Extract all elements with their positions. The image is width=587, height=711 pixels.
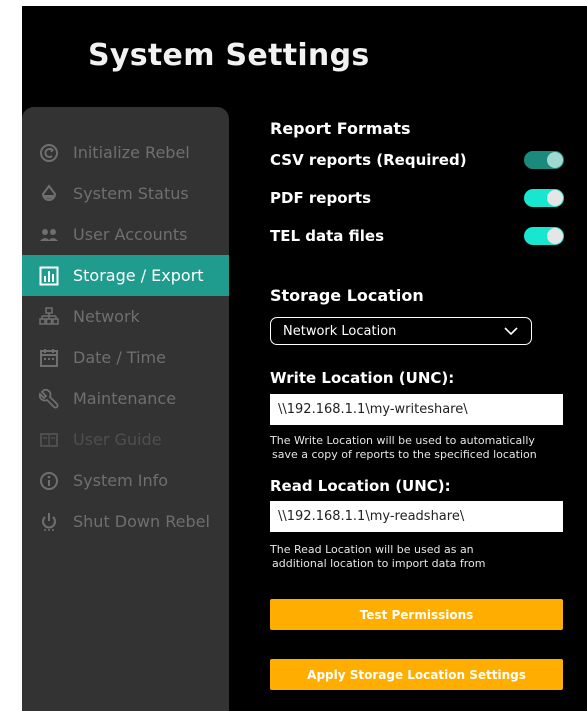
sidebar-item-date-time[interactable]: Date / Time [22,337,229,378]
read-help-line-2: additional location to import data from [272,557,486,570]
apply-storage-settings-button[interactable]: Apply Storage Location Settings [270,659,563,690]
wrench-icon [37,387,61,411]
write-location-input[interactable] [270,394,563,425]
users-icon [37,223,61,247]
storage-location-heading: Storage Location [270,286,424,305]
read-location-help: The Read Location will be used as an add… [270,543,570,571]
sidebar-item-shut-down-rebel[interactable]: Shut Down Rebel [22,501,229,542]
write-location-help: The Write Location will be used to autom… [270,434,570,462]
pdf-reports-label: PDF reports [270,189,372,207]
write-location-label: Write Location (UNC): [270,369,455,387]
write-help-line-2: save a copy of reports to the specificed… [272,448,537,461]
csv-reports-toggle [524,151,564,169]
test-permissions-button[interactable]: Test Permissions [270,599,563,630]
csv-reports-label: CSV reports (Required) [270,151,467,169]
book-icon [37,428,61,452]
sidebar-item-network[interactable]: Network [22,296,229,337]
sidebar-item-system-info[interactable]: System Info [22,460,229,501]
sidebar-item-system-status[interactable]: System Status [22,173,229,214]
sidebar-item-label: User Accounts [73,225,188,244]
sidebar: Initialize Rebel System Status User Acco… [22,107,229,711]
sidebar-item-label: Date / Time [73,348,166,367]
sidebar-item-label: Initialize Rebel [73,143,190,162]
write-help-line-1: The Write Location will be used to autom… [270,434,535,447]
sidebar-item-maintenance[interactable]: Maintenance [22,378,229,419]
chevron-down-icon [504,327,518,336]
read-location-input[interactable] [270,501,563,532]
report-formats-heading: Report Formats [270,119,411,138]
toggle-knob [547,228,563,244]
network-icon [37,305,61,329]
toggle-knob [547,152,563,168]
storage-location-selected: Network Location [283,323,397,339]
sidebar-item-label: Shut Down Rebel [73,512,210,531]
sidebar-item-initialize-rebel[interactable]: Initialize Rebel [22,132,229,173]
storage-location-select[interactable]: Network Location [270,317,532,345]
toggle-knob [547,190,563,206]
sidebar-item-label: System Status [73,184,189,203]
sidebar-item-storage-export[interactable]: Storage / Export [22,255,229,296]
sidebar-item-label: Storage / Export [73,266,204,285]
sidebar-item-label: User Guide [73,430,162,449]
page-title: System Settings [88,38,370,73]
droplet-icon [37,182,61,206]
sidebar-item-label: System Info [73,471,169,490]
tel-data-files-toggle[interactable] [524,227,564,245]
power-icon [37,510,61,534]
sidebar-item-user-guide[interactable]: User Guide [22,419,229,460]
settings-screen: System Settings Initialize Rebel System … [22,6,587,711]
read-help-line-1: The Read Location will be used as an [270,543,474,556]
info-icon [37,469,61,493]
sidebar-item-user-accounts[interactable]: User Accounts [22,214,229,255]
sidebar-item-label: Network [73,307,140,326]
bar-chart-icon [37,264,61,288]
pdf-reports-toggle[interactable] [524,189,564,207]
tel-data-files-label: TEL data files [270,227,384,245]
refresh-c-icon [37,141,61,165]
calendar-icon [37,346,61,370]
sidebar-item-label: Maintenance [73,389,177,408]
read-location-label: Read Location (UNC): [270,477,451,495]
